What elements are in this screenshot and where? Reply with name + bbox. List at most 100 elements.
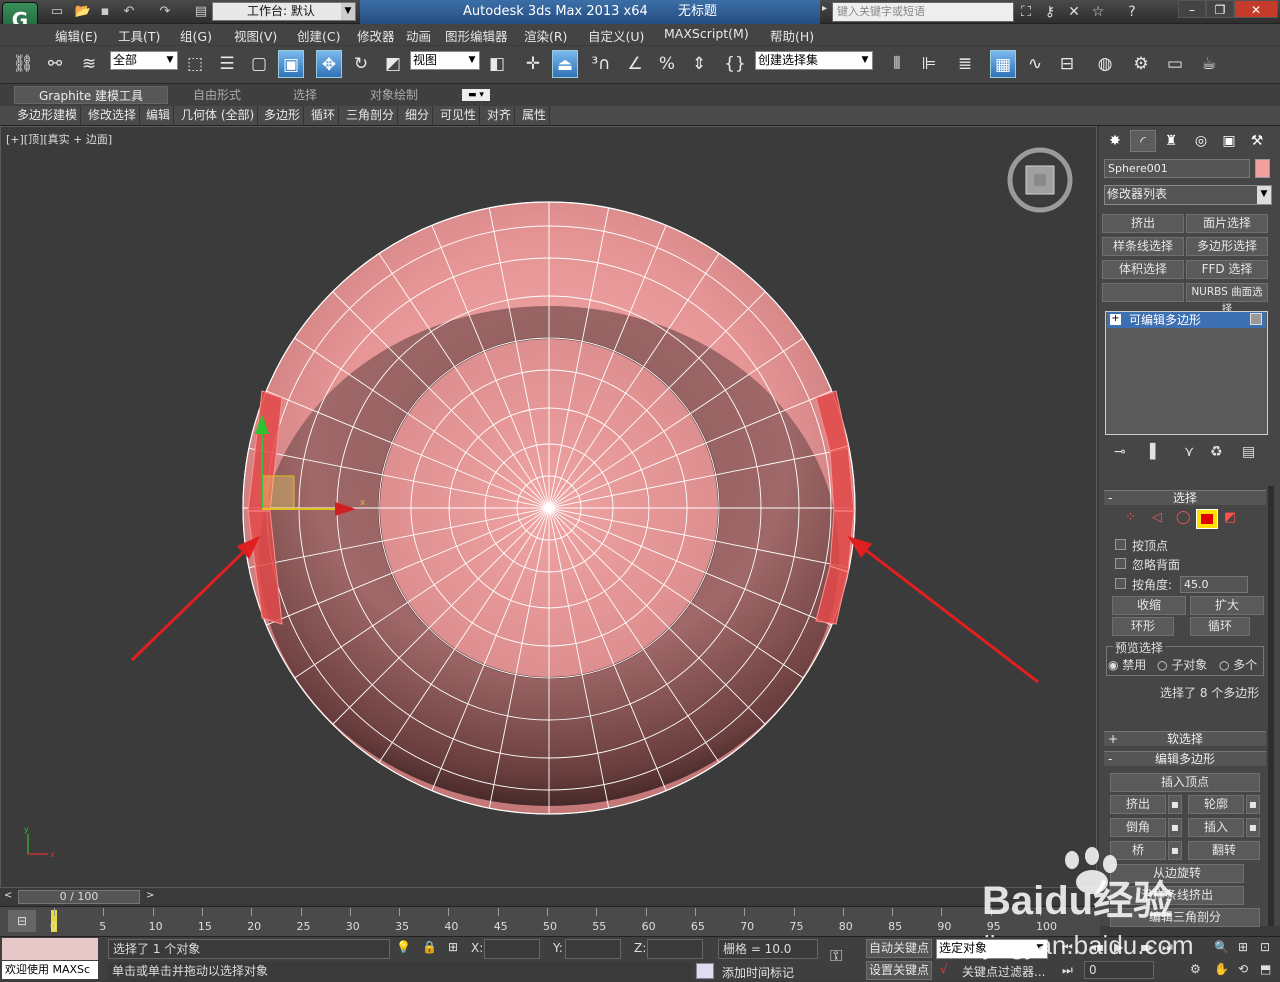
pin-stack-icon[interactable]: ⊸ — [1114, 444, 1126, 460]
play-icon[interactable]: ▶ — [1114, 940, 1123, 954]
mod-volume-select-button[interactable]: 体积选择 — [1102, 260, 1184, 279]
tab-freeform[interactable]: 自由形式 — [178, 86, 256, 104]
extrude-settings-icon[interactable]: ▪ — [1168, 795, 1182, 814]
add-time-tag[interactable]: 添加时间标记 — [722, 964, 794, 981]
key-mode-toggle-icon[interactable]: ⏭ — [1062, 963, 1073, 978]
menu-maxscript[interactable]: MAXScript(M) — [664, 26, 749, 41]
menu-graph-editors[interactable]: 图形编辑器 — [445, 26, 508, 45]
radio-disabled[interactable]: ◉ 禁用 — [1108, 656, 1146, 673]
exchange-icon[interactable]: ✕ — [1064, 3, 1084, 21]
edit-named-selection-icon[interactable]: {} — [722, 50, 748, 78]
bevel-settings-icon[interactable]: ▪ — [1168, 818, 1182, 837]
go-to-start-icon[interactable]: ⏮ — [1062, 940, 1073, 955]
ribbon-polygon-modeling[interactable]: 多边形建模 — [14, 106, 82, 125]
loop-button[interactable]: 循环 — [1190, 617, 1250, 636]
favorites-star-icon[interactable]: ☆ — [1088, 3, 1108, 21]
configure-sets-icon[interactable]: ▤ — [1242, 444, 1255, 460]
ribbon-modify-selection[interactable]: 修改选择 — [85, 106, 141, 125]
snaps-toggle-icon[interactable]: ³∩ — [588, 50, 614, 78]
mod-empty-button[interactable] — [1102, 283, 1184, 302]
ribbon-visibility[interactable]: 可见性 — [437, 106, 481, 125]
bridge-button[interactable]: 桥 — [1110, 841, 1166, 860]
edge-mode-icon[interactable]: ◁ — [1152, 510, 1162, 525]
viewcube-icon[interactable] — [1007, 147, 1073, 213]
material-editor-icon[interactable]: ◍ — [1092, 50, 1118, 78]
save-icon[interactable]: ▪ — [96, 3, 114, 21]
next-frame-icon[interactable]: ▪▸ — [1140, 940, 1154, 954]
pan-icon[interactable]: ✋ — [1214, 962, 1229, 976]
menu-customize[interactable]: 自定义(U) — [588, 26, 644, 45]
current-frame-field[interactable]: 0 — [1084, 961, 1154, 979]
ribbon-polygons[interactable]: 多边形 — [261, 106, 305, 125]
graphite-toggle-icon[interactable]: ▦ — [990, 50, 1016, 78]
element-mode-icon[interactable]: ◩ — [1224, 510, 1236, 525]
undo-icon[interactable]: ↶ — [120, 3, 138, 21]
pivot-center-icon[interactable]: ◧ — [484, 50, 510, 78]
stack-item-editable-poly[interactable]: 可编辑多边形 — [1107, 312, 1266, 328]
menu-group[interactable]: 组(G) — [180, 26, 212, 45]
time-prev-icon[interactable]: < — [4, 890, 12, 901]
curve-editor-icon[interactable]: ∿ — [1022, 50, 1048, 78]
stack-expand-icon[interactable]: + — [1110, 314, 1121, 325]
spinner-snap-icon[interactable]: ⇕ — [686, 50, 712, 78]
display-panel-icon[interactable]: ▣ — [1216, 130, 1242, 152]
set-key-icon[interactable]: ⚿ — [830, 946, 842, 966]
help-icon[interactable]: ? — [1122, 3, 1142, 21]
outline-button[interactable]: 轮廓 — [1188, 795, 1244, 814]
go-to-end-icon[interactable]: ⏭ — [1162, 940, 1173, 955]
rendered-frame-window-icon[interactable]: ▭ — [1162, 50, 1188, 78]
ribbon-triangulation[interactable]: 三角剖分 — [343, 106, 399, 125]
unlink-icon[interactable]: ⚯ — [42, 50, 68, 78]
remove-modifier-icon[interactable]: ♻ — [1210, 444, 1223, 460]
select-object-icon[interactable]: ⬚ — [182, 50, 208, 78]
ribbon-properties[interactable]: 属性 — [519, 106, 551, 125]
rect-selection-icon[interactable]: ▢ — [246, 50, 272, 78]
maximize-viewport-icon[interactable]: ⬒ — [1260, 962, 1271, 976]
percent-snap-icon[interactable]: % — [654, 50, 680, 78]
ribbon-edit[interactable]: 编辑 — [143, 106, 175, 125]
tab-selection[interactable]: 选择 — [270, 86, 340, 104]
ignore-backfacing-checkbox[interactable] — [1115, 558, 1126, 569]
object-color-swatch[interactable] — [1255, 159, 1270, 178]
time-next-icon[interactable]: > — [146, 890, 154, 901]
key-filters-button[interactable]: 关键点过滤器... — [962, 963, 1045, 980]
menu-tools[interactable]: 工具(T) — [118, 26, 160, 45]
menu-animation[interactable]: 动画 — [406, 26, 431, 45]
shrink-button[interactable]: 收缩 — [1112, 596, 1186, 615]
ribbon-geometry-all[interactable]: 几何体 (全部) — [178, 106, 259, 125]
show-end-result-icon[interactable]: ▌ — [1150, 444, 1161, 460]
orbit-icon[interactable]: ⟲ — [1238, 962, 1248, 976]
selection-lock-icon[interactable]: 🔒 — [422, 940, 437, 954]
edit-triangulation-button[interactable]: 编辑三角剖分 — [1110, 908, 1260, 927]
absolute-mode-icon[interactable]: ⊞ — [448, 940, 458, 954]
align-icon[interactable]: ⊫ — [916, 50, 942, 78]
time-tag-icon[interactable] — [696, 963, 714, 979]
vertex-mode-icon[interactable]: ⁘ — [1125, 510, 1136, 525]
bevel-button[interactable]: 倒角 — [1110, 818, 1166, 837]
outline-settings-icon[interactable]: ▪ — [1246, 795, 1260, 814]
make-unique-icon[interactable]: ⋎ — [1184, 444, 1194, 460]
binoculars-icon[interactable]: ⛶ — [1016, 3, 1036, 21]
schematic-view-icon[interactable]: ⊟ — [1054, 50, 1080, 78]
grow-button[interactable]: 扩大 — [1190, 596, 1264, 615]
selection-rollout-header[interactable]: - 选择 — [1104, 490, 1266, 505]
select-and-rotate-icon[interactable]: ↻ — [348, 50, 374, 78]
tab-object-paint[interactable]: 对象绘制 — [354, 86, 434, 104]
edit-polygons-rollout-header[interactable]: - 编辑多边形 — [1104, 751, 1266, 766]
select-and-link-icon[interactable]: ⛓ — [10, 50, 36, 78]
ribbon-options-icon[interactable]: ▬ ▾ — [462, 89, 490, 101]
menu-edit[interactable]: 编辑(E) — [55, 26, 98, 45]
by-angle-checkbox[interactable] — [1115, 578, 1126, 589]
hinge-from-edge-button[interactable]: 从边旋转 — [1110, 864, 1244, 883]
mod-extrude-button[interactable]: 挤出 — [1102, 214, 1184, 233]
maxscript-welcome[interactable]: 欢迎使用 MAXSc — [2, 961, 98, 979]
layer-manager-icon[interactable]: ≣ — [952, 50, 978, 78]
close-button[interactable]: ✕ — [1234, 0, 1278, 18]
ribbon-loops[interactable]: 循环 — [308, 106, 340, 125]
polygon-mode-icon[interactable] — [1196, 509, 1218, 529]
new-file-icon[interactable]: ▭ — [48, 3, 66, 21]
extrude-along-spline-button[interactable]: 沿样条线挤出 — [1110, 886, 1244, 905]
ring-button[interactable]: 环形 — [1112, 617, 1174, 636]
mod-ffd-select-button[interactable]: FFD 选择 — [1186, 260, 1268, 279]
zoom-extents-icon[interactable]: ⊡ — [1260, 940, 1270, 954]
